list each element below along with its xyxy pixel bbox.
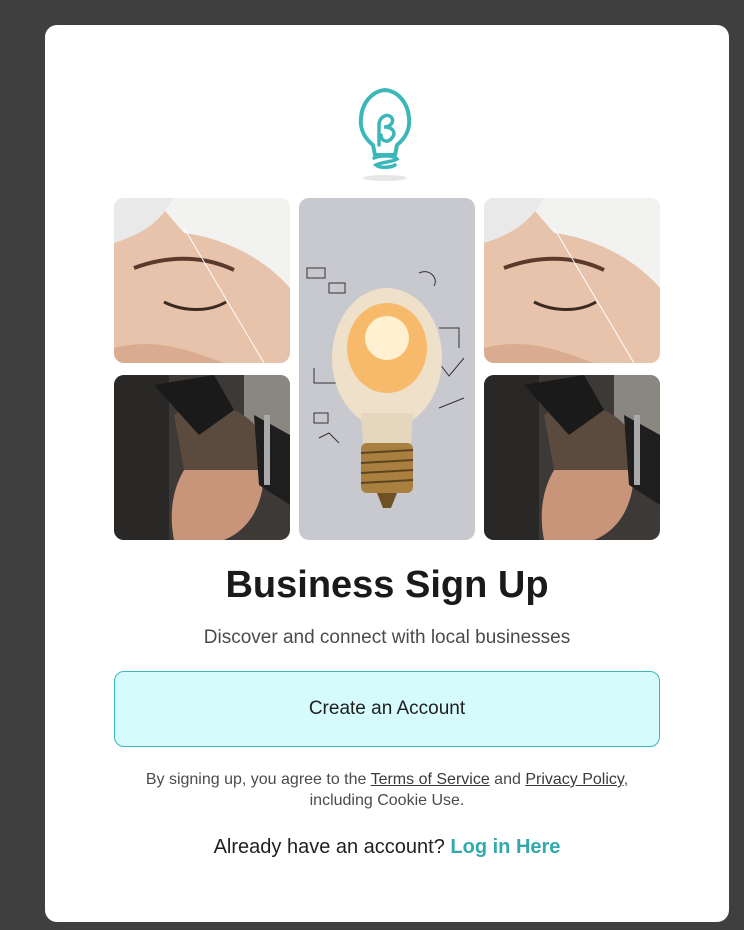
lightbulb-logo-icon [357, 85, 417, 185]
lightbulb-ideas-photo [299, 198, 475, 540]
terms-of-service-link[interactable]: Terms of Service [371, 771, 490, 788]
eyebrow-threading-photo [484, 198, 660, 363]
login-link[interactable]: Log in Here [450, 836, 560, 858]
eyebrow-threading-photo [114, 198, 290, 363]
page-subtitle: Discover and connect with local business… [203, 627, 571, 648]
barber-haircut-photo [484, 375, 660, 540]
signup-card: Business Sign Up Discover and connect wi… [45, 25, 729, 922]
terms-prefix-text: By signing up, you agree to the [145, 771, 371, 788]
terms-notice: By signing up, you agree to the Terms of… [114, 769, 660, 811]
login-prompt-text: Already have an account? [213, 836, 451, 858]
terms-and-text: and [489, 771, 526, 788]
login-prompt: Already have an account? Log in Here [45, 834, 729, 860]
create-account-button[interactable]: Create an Account [114, 671, 660, 747]
privacy-policy-link[interactable]: Privacy Policy [525, 771, 623, 788]
barber-haircut-photo [114, 375, 290, 540]
page-title: Business Sign Up [225, 564, 549, 606]
